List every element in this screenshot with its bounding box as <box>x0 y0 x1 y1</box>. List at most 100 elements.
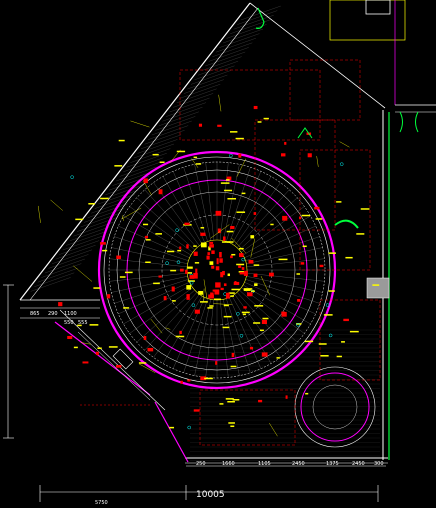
annotation-tag <box>223 315 232 318</box>
hatch-line <box>194 65 235 80</box>
annotation-tag <box>349 330 359 333</box>
fixture-mark <box>198 123 203 127</box>
fixture-mark <box>261 352 268 357</box>
annotation-tag <box>224 189 233 192</box>
annotation-tag <box>225 398 234 400</box>
radial-line <box>246 276 323 293</box>
center-fixture <box>250 235 255 239</box>
annotation-tag <box>124 271 133 274</box>
annotation-tag <box>222 326 230 329</box>
annotation-tag <box>328 290 335 292</box>
fixture-mark <box>239 272 245 275</box>
fixture-mark <box>195 268 198 274</box>
fixture-mark <box>179 246 182 250</box>
bottom-dimension-text: 1375 <box>326 461 339 467</box>
fixture-mark <box>343 318 349 322</box>
marker <box>70 175 74 179</box>
annotation-tag <box>220 182 230 184</box>
fixture-mark <box>187 379 191 382</box>
fixture-mark <box>238 153 242 158</box>
annotation-tag <box>231 253 236 256</box>
hatch-line <box>198 61 239 76</box>
annotation-tag <box>336 201 342 203</box>
fixture-mark <box>158 189 163 195</box>
center-fixture <box>215 282 221 288</box>
annotation-tag <box>323 314 333 316</box>
leader-line <box>37 205 41 223</box>
annotation-tag <box>204 377 213 380</box>
leader-line <box>50 199 63 211</box>
annotation-tag <box>236 211 246 213</box>
hatch-line <box>98 189 139 205</box>
fixture-mark <box>231 352 235 358</box>
center-fixture <box>209 261 214 265</box>
hatch-line <box>123 157 164 172</box>
center-fixture <box>185 269 188 274</box>
annotation-box <box>254 119 336 231</box>
center-fixture <box>198 290 203 295</box>
fixture-mark <box>158 275 162 278</box>
radial-line <box>183 167 208 242</box>
fixture-mark <box>116 255 121 260</box>
annotation-tag <box>196 163 202 165</box>
annotation-box <box>289 59 361 121</box>
annotation-tag <box>230 425 235 428</box>
fixture-mark <box>147 347 154 352</box>
annotation-tag <box>296 273 301 275</box>
fixture-mark <box>282 215 288 221</box>
hatch-line <box>205 51 246 67</box>
center-fixture <box>186 294 190 300</box>
fixture-mark <box>249 346 254 350</box>
annotation-tag <box>243 289 251 291</box>
annotation-tag <box>345 256 353 259</box>
annotation-tag <box>263 117 269 120</box>
annotation-tag <box>100 197 109 200</box>
hatch-line <box>34 272 75 287</box>
annotation-tag <box>328 252 336 254</box>
annotation-tag <box>320 355 329 357</box>
hatch-line <box>208 47 249 62</box>
bottom-dimension-text: 1105 <box>258 461 271 467</box>
center-fixture <box>215 266 220 271</box>
annotation-tag <box>251 290 255 292</box>
annotation-tag <box>253 322 261 324</box>
radial-line <box>223 164 240 241</box>
hatch-line <box>212 42 253 57</box>
annotation-tag <box>108 346 118 348</box>
fixture-mark <box>179 330 182 335</box>
hatch-line <box>155 116 196 131</box>
center-fixture <box>220 287 224 291</box>
leader-line <box>250 238 255 258</box>
radial-line <box>194 164 211 241</box>
leader-line <box>339 141 350 148</box>
leader-line <box>150 318 163 334</box>
left-dimension-text: 5750 <box>95 500 108 506</box>
center-fixture <box>187 266 193 269</box>
small-rotunda <box>300 372 370 442</box>
hatch-line <box>62 235 103 251</box>
annotation-tag <box>193 156 198 159</box>
hatch-line <box>169 97 210 113</box>
center-fixture <box>216 258 219 265</box>
annotation-tag <box>187 272 193 274</box>
annotation-tag <box>230 295 234 297</box>
hatch-line <box>148 125 189 140</box>
marker <box>241 257 245 262</box>
hatch-line <box>59 240 100 255</box>
bottom-dimension-text: 1660 <box>222 461 235 467</box>
marker <box>328 333 333 338</box>
center-fixture <box>222 236 226 241</box>
fixture-mark <box>143 178 148 184</box>
annotation-tag <box>200 227 205 229</box>
hatch-line <box>144 130 185 145</box>
center-fixture <box>206 255 210 260</box>
hatch-line <box>165 102 207 117</box>
center-fixture <box>193 251 198 256</box>
annotation-tag <box>262 317 269 320</box>
fixture-mark <box>193 409 200 412</box>
annotation-tag <box>73 346 78 349</box>
annotation-tag <box>145 239 151 241</box>
fixture-mark <box>207 252 210 256</box>
annotation-tag <box>209 305 214 307</box>
cad-drawing-viewport[interactable]: 10005 5750 250 1660 1105 2450 1375 2450 … <box>0 0 436 508</box>
